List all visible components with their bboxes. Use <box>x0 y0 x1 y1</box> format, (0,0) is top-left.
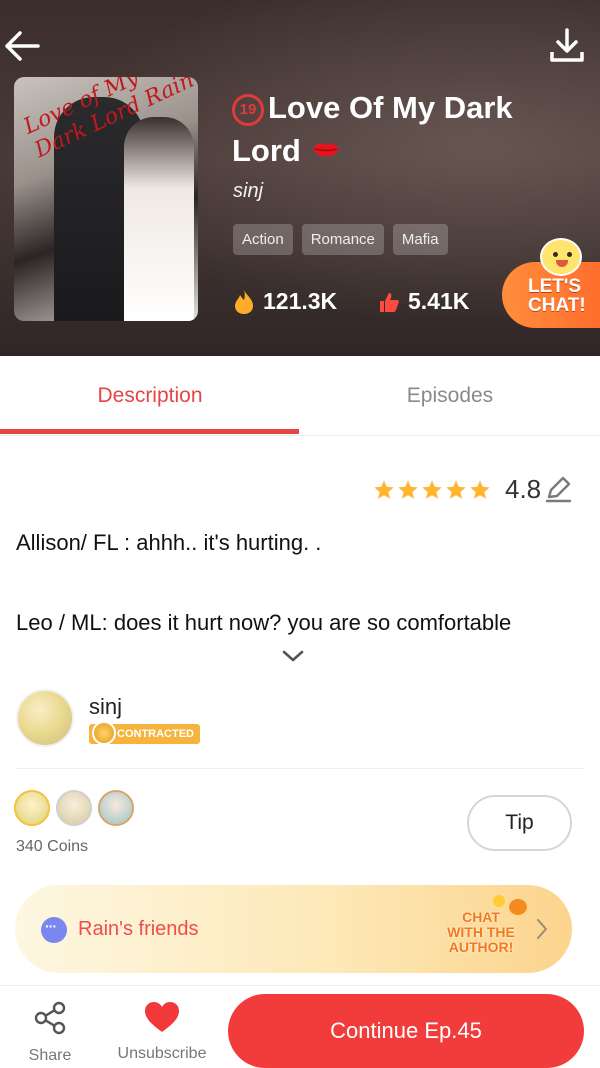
friends-banner[interactable]: Rain's friends CHAT WITH THE AUTHOR! <box>15 885 572 973</box>
author-avatar[interactable] <box>16 689 74 747</box>
bottom-action-bar: Share Unsubscribe Continue Ep.45 <box>0 985 600 1068</box>
lips-icon <box>312 143 339 157</box>
star-icon <box>422 479 442 499</box>
header-hero: Love of My Dark Lord Rain 19 Love Of My D… <box>0 0 600 356</box>
tag-list: Action Romance Mafia <box>233 224 448 255</box>
chat-mascot-icon <box>540 238 582 276</box>
contract-coin-icon <box>92 721 116 745</box>
likes-count: 5.41K <box>408 288 470 314</box>
chat-with-author-cta: CHAT WITH THE AUTHOR! <box>441 910 521 955</box>
star-icon <box>374 479 394 499</box>
views-count: 121.3K <box>263 288 338 314</box>
chevron-right-icon <box>537 919 547 939</box>
lets-chat-line2: CHAT! <box>528 295 586 316</box>
share-button[interactable]: Share <box>18 1000 82 1065</box>
back-arrow-icon[interactable] <box>2 24 46 68</box>
thumbs-up-icon <box>380 292 399 312</box>
contracted-label: CONTRACTED <box>117 728 194 740</box>
title-text: Love Of My Dark Lord <box>232 90 513 168</box>
fire-icon <box>235 289 253 314</box>
star-icon <box>398 479 418 499</box>
author-name[interactable]: sinj <box>233 180 263 203</box>
description-line-2: Leo / ML: does it hurt now? you are so c… <box>16 610 512 635</box>
description-line-1: Allison/ FL : ahhh.. it's hurting. . <box>16 530 322 555</box>
coins-total: 340 Coins <box>16 838 89 855</box>
likes-stat: 5.41K <box>378 288 469 315</box>
friends-label: Rain's friends <box>78 918 199 940</box>
views-stat: 121.3K <box>233 288 337 315</box>
tab-description[interactable]: Description <box>0 356 300 436</box>
lets-chat-line1: LET'S <box>528 276 582 297</box>
tag-romance[interactable]: Romance <box>301 224 384 255</box>
cta-line-1: CHAT <box>462 909 500 925</box>
supporter-avatar <box>14 790 50 826</box>
tab-bar: Description Episodes <box>0 356 600 436</box>
rating-value: 4.8 <box>505 474 542 504</box>
chevron-down-icon[interactable] <box>281 648 305 664</box>
active-tab-indicator <box>0 429 299 434</box>
cta-line-2: WITH THE <box>447 924 515 940</box>
star-icon <box>446 479 466 499</box>
supporter-avatar <box>98 790 134 826</box>
author-block-name[interactable]: sinj <box>89 694 122 720</box>
heart-icon <box>145 1002 179 1032</box>
supporter-avatars[interactable] <box>14 790 134 826</box>
continue-reading-button[interactable]: Continue Ep.45 <box>228 994 584 1068</box>
cover-figure-female <box>124 117 194 321</box>
cta-line-3: AUTHOR! <box>448 939 514 955</box>
share-label: Share <box>28 1047 72 1064</box>
rating[interactable]: 4.8 <box>373 474 541 505</box>
unsubscribe-button[interactable]: Unsubscribe <box>108 1000 216 1063</box>
star-icon <box>470 479 490 499</box>
tip-button[interactable]: Tip <box>467 795 572 851</box>
supporter-avatar <box>56 790 92 826</box>
divider <box>16 768 584 769</box>
decor-dot <box>493 895 505 907</box>
tag-action[interactable]: Action <box>233 224 293 255</box>
series-title: 19 Love Of My Dark Lord <box>232 86 562 172</box>
tab-episodes[interactable]: Episodes <box>300 356 600 436</box>
cover-image[interactable]: Love of My Dark Lord Rain <box>14 77 198 321</box>
age-rating-badge: 19 <box>232 94 264 126</box>
contracted-badge: CONTRACTED <box>89 721 200 745</box>
download-icon[interactable] <box>546 24 588 66</box>
chat-bubble-icon <box>41 917 67 943</box>
tag-mafia[interactable]: Mafia <box>392 224 448 255</box>
edit-pencil-icon[interactable] <box>543 474 573 504</box>
share-icon <box>34 1001 66 1035</box>
unsubscribe-label: Unsubscribe <box>117 1045 207 1062</box>
